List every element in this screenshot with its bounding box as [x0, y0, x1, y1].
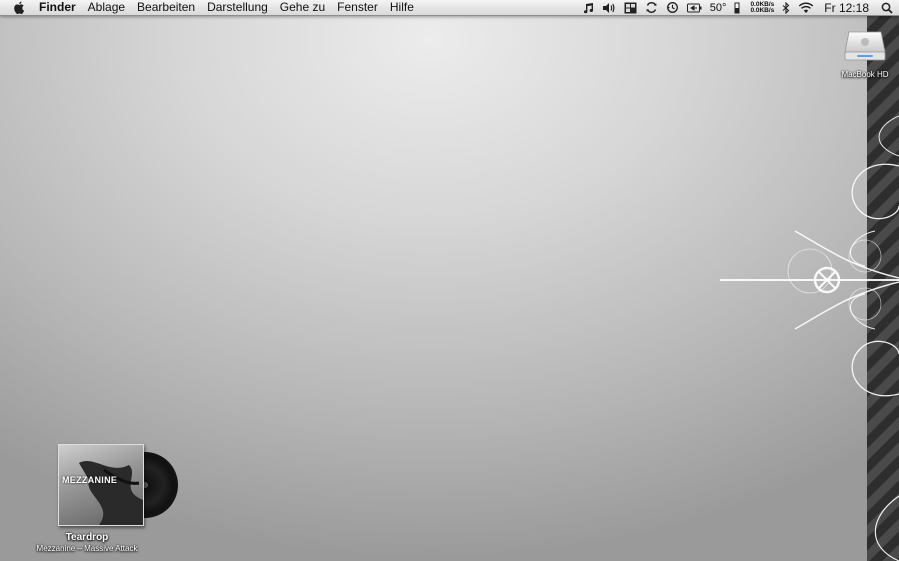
menu-ablage[interactable]: Ablage: [82, 0, 131, 15]
menu-bar: Finder Ablage Bearbeiten Darstellung Geh…: [0, 0, 899, 16]
hard-drive-icon: [844, 31, 886, 61]
menu-clock[interactable]: Fr 12:18: [824, 0, 869, 15]
menu-fenster[interactable]: Fenster: [331, 0, 384, 15]
temperature-readout[interactable]: 50°: [710, 0, 727, 15]
macbook-hd-desktop-icon[interactable]: MacBook HD: [835, 28, 895, 79]
time-machine-icon[interactable]: [666, 0, 679, 15]
network-down-speed: 0.0KB/s: [750, 6, 775, 14]
teardrop-album-desktop-icon[interactable]: MEZZANINE Teardrop Mezzanine – Massive A…: [22, 442, 178, 553]
menu-gehe-zu[interactable]: Gehe zu: [274, 0, 331, 15]
network-speed[interactable]: 0.0KB/s 0.0KB/s: [750, 0, 774, 15]
status-area: 50° 0.0KB/s 0.0KB/s Fr 12:18: [574, 0, 899, 15]
album-track-label: Teardrop: [65, 532, 109, 543]
album-subtitle: Mezzanine – Massive Attack: [36, 544, 138, 553]
album-cover-title: MEZZANINE: [62, 475, 118, 485]
volume-icon[interactable]: [602, 0, 616, 15]
spotlight-icon[interactable]: [881, 0, 893, 15]
apple-menu-icon[interactable]: [11, 0, 27, 15]
wallpaper-swirl-art: [720, 115, 899, 561]
macbook-hd-label: MacBook HD: [841, 70, 889, 79]
temperature-icon: [734, 0, 740, 15]
wifi-icon[interactable]: [798, 0, 814, 15]
sync-icon[interactable]: [645, 0, 658, 15]
battery-icon[interactable]: [686, 0, 702, 15]
menu-hilfe[interactable]: Hilfe: [384, 0, 420, 15]
menu-finder[interactable]: Finder: [37, 0, 82, 15]
menu-bearbeiten[interactable]: Bearbeiten: [131, 0, 201, 15]
album-cover-art: [79, 461, 143, 525]
bluetooth-icon[interactable]: [782, 0, 790, 15]
music-note-icon[interactable]: [582, 0, 594, 15]
menu-darstellung[interactable]: Darstellung: [201, 0, 274, 15]
album-cover: MEZZANINE: [58, 444, 144, 526]
menu-meters-icon[interactable]: [624, 0, 637, 15]
album-artwork: MEZZANINE: [37, 442, 178, 526]
